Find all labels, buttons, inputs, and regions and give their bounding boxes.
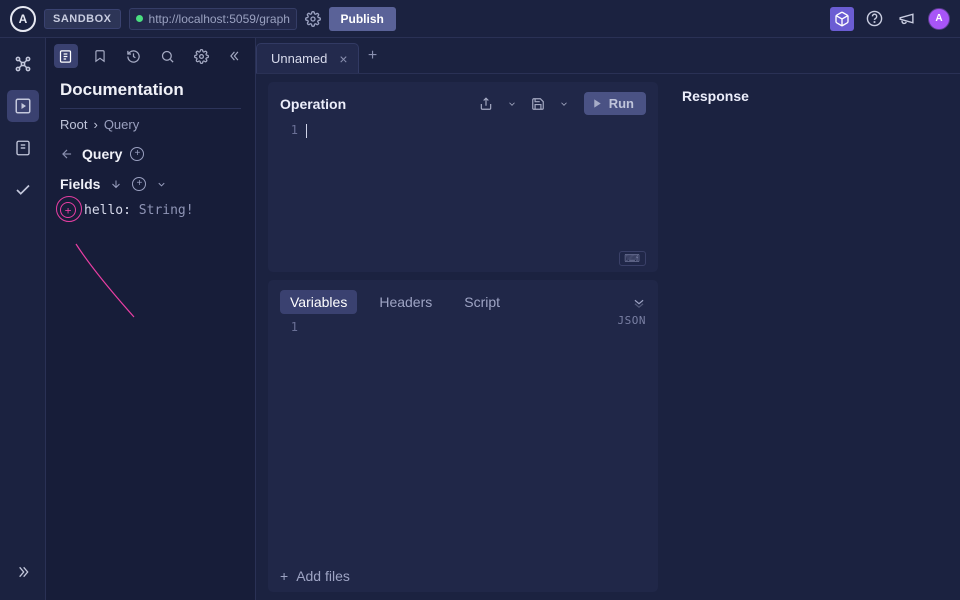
variables-panel: Variables Headers Script JSON 1 +: [268, 280, 658, 592]
plus-icon: +: [280, 568, 288, 584]
tab-script[interactable]: Script: [454, 290, 510, 314]
add-all-fields-icon[interactable]: +: [132, 177, 146, 191]
back-arrow-icon[interactable]: [60, 147, 74, 161]
tab-variables[interactable]: Variables: [280, 290, 357, 314]
close-tab-icon[interactable]: ×: [339, 51, 347, 67]
add-files-button[interactable]: + Add files: [280, 568, 646, 584]
endpoint-url-text: http://localhost:5059/graph: [149, 12, 290, 26]
type-header-row: Query +: [60, 146, 241, 162]
response-title: Response: [682, 88, 944, 104]
annotation-highlight-circle: [56, 196, 82, 222]
operation-editor[interactable]: 1: [280, 115, 646, 251]
fields-label: Fields: [60, 176, 100, 192]
save-dropdown-chevron-icon[interactable]: [554, 99, 574, 109]
operation-panel: Operation: [268, 82, 658, 272]
sort-icon[interactable]: [110, 178, 122, 190]
share-icon[interactable]: [476, 97, 496, 111]
documentation-panel: Documentation Root › Query Query + Field…: [46, 38, 256, 600]
rail-item-check[interactable]: [7, 174, 39, 206]
side-toolbar: [46, 38, 255, 74]
docs-title: Documentation: [60, 80, 241, 100]
chevron-down-icon[interactable]: [156, 179, 167, 190]
help-icon[interactable]: [862, 7, 886, 31]
collapse-panel-icon[interactable]: [223, 44, 247, 68]
editor-cursor: [306, 124, 307, 138]
response-column: Response: [666, 74, 960, 600]
main-layout: Documentation Root › Query Query + Field…: [0, 38, 960, 600]
breadcrumb-root[interactable]: Root: [60, 117, 87, 132]
tab-headers[interactable]: Headers: [369, 290, 442, 314]
rail-expand-button[interactable]: [7, 556, 39, 588]
variables-editor[interactable]: JSON 1: [280, 314, 646, 562]
annotation-arrow-line: [74, 242, 144, 322]
operation-editor-content[interactable]: [306, 123, 646, 251]
operation-column: Operation: [256, 74, 666, 600]
chevron-right-icon: ›: [93, 117, 97, 132]
docs-body: Documentation Root › Query Query + Field…: [46, 74, 255, 224]
field-type: String!: [139, 203, 194, 218]
rail-item-notes[interactable]: [7, 132, 39, 164]
field-text[interactable]: hello: String!: [84, 203, 194, 218]
endpoint-url-box[interactable]: http://localhost:5059/graph: [129, 8, 297, 30]
announcement-icon[interactable]: [894, 7, 918, 31]
docs-view-icon[interactable]: [54, 44, 78, 68]
collapse-variables-icon[interactable]: [632, 295, 646, 309]
search-icon[interactable]: [155, 44, 179, 68]
new-tab-button[interactable]: +: [359, 47, 387, 65]
publish-button[interactable]: Publish: [329, 7, 396, 31]
rail-item-explorer[interactable]: [7, 90, 39, 122]
type-name: Query: [82, 146, 122, 162]
run-button-label: Run: [609, 96, 634, 111]
user-avatar[interactable]: A: [928, 8, 950, 30]
rail-item-schema-graph[interactable]: [7, 48, 39, 80]
gear-icon[interactable]: [189, 44, 213, 68]
nav-rail: [0, 38, 46, 600]
add-type-icon[interactable]: +: [130, 147, 144, 161]
operation-title: Operation: [280, 96, 346, 112]
sandbox-badge: SANDBOX: [44, 9, 121, 29]
bookmark-icon[interactable]: [88, 44, 112, 68]
apollo-logo[interactable]: A: [10, 6, 36, 32]
operation-gutter: 1: [280, 123, 306, 251]
fields-header: Fields +: [60, 176, 241, 192]
codesandbox-icon[interactable]: [830, 7, 854, 31]
run-button[interactable]: Run: [584, 92, 646, 115]
share-dropdown-chevron-icon[interactable]: [502, 99, 522, 109]
keyboard-shortcuts-icon[interactable]: ⌨: [619, 251, 646, 266]
breadcrumb: Root › Query: [60, 117, 241, 132]
variables-gutter: 1: [280, 320, 306, 562]
divider: [60, 108, 241, 109]
save-icon[interactable]: [528, 97, 548, 111]
editor-columns: Operation: [256, 74, 960, 600]
tab-unnamed[interactable]: Unnamed ×: [256, 43, 359, 73]
status-dot-icon: [136, 15, 143, 22]
operation-header: Operation: [280, 92, 646, 115]
connection-settings-icon[interactable]: [305, 11, 321, 27]
breadcrumb-current: Query: [104, 117, 139, 132]
field-item-hello: + hello: String!: [60, 202, 241, 218]
variables-tabs: Variables Headers Script: [280, 290, 646, 314]
logo-letter: A: [19, 12, 28, 26]
add-files-label: Add files: [296, 568, 350, 584]
workspace: Unnamed × + Operation: [256, 38, 960, 600]
history-icon[interactable]: [122, 44, 146, 68]
tab-label: Unnamed: [271, 51, 327, 66]
topbar: A SANDBOX http://localhost:5059/graph Pu…: [0, 0, 960, 38]
avatar-initial: A: [935, 13, 942, 24]
variables-editor-content[interactable]: [306, 320, 646, 562]
tab-bar: Unnamed × +: [256, 38, 960, 74]
field-name: hello: [84, 203, 123, 218]
